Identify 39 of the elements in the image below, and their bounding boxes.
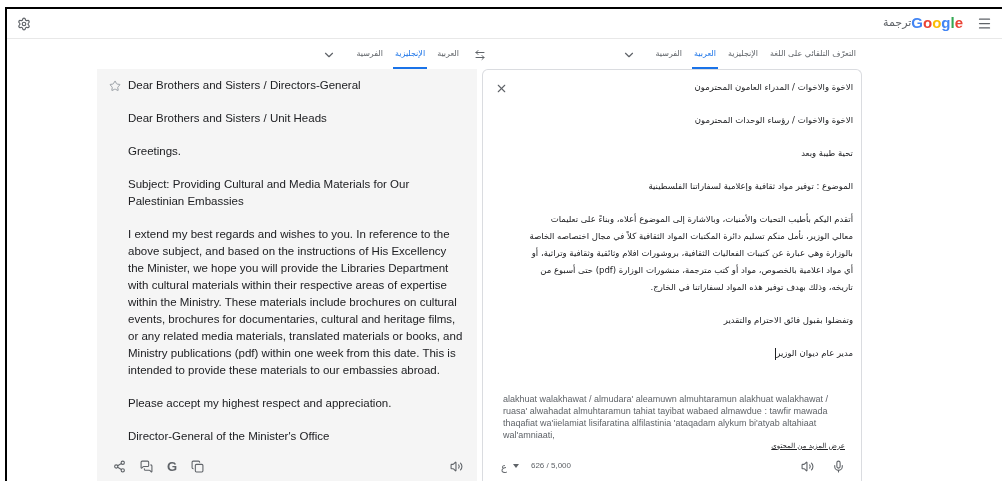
translated-paragraph: I extend my best regards and wishes to you. In reference to the above subject, and based on the instructions of His Excellency the Minister, we hope you will provide the Libraries Department with cultural materials within their respective areas of expertise within the Ministry. These materials include brochures on cultural events, brochures for documentaries, cultural and heritage films, or any related media materials, translated materials or books, and Ministry publications (pdf) within one week from this date. This is intended to provide these materials to our embassies abroad. <box>128 227 463 378</box>
source-paragraph: مدير عام ديوان الوزير <box>776 347 853 360</box>
settings-icon[interactable] <box>17 16 31 31</box>
google-button[interactable]: G <box>167 459 178 473</box>
character-count: 626 / 5,000 <box>530 460 571 472</box>
source-paragraph: الموضوع : توفير مواد ثقافية وإعلامية لسفاراتنا الفلسطينية <box>648 180 853 193</box>
translated-paragraph: Subject: Providing Cultural and Media Materials for Our Palestinian Embassies <box>128 177 411 209</box>
source-paragraph: الاخوة والاخوات / المدراء العامون المحترمون <box>694 81 853 94</box>
transliteration-text: alakhuat walakhawat / almudara' aleamuwn almuhtaramun alakhuat walakhawat / ruasa' alwahadat almuhtaramun tahiat tayibat wabaed almawdue : tawfir mawada thaqafiat wa'iielamiat lisifaratina alfilastinia 'ataqadam alykum bi'atyab altahiaat wal'amniaati, <box>502 392 829 441</box>
input-tools-button[interactable]: ع <box>501 458 507 474</box>
star-icon[interactable] <box>109 80 121 92</box>
translated-paragraph: Dear Brothers and Sisters / Directors-General <box>128 78 362 93</box>
speaker-icon[interactable] <box>450 459 463 473</box>
language-tab[interactable]: التعرّف التلقائي على اللغة <box>768 41 858 69</box>
translated-paragraph: Please accept my highest respect and appreciation. <box>128 396 393 411</box>
feedback-icon[interactable] <box>140 459 153 473</box>
copy-icon[interactable] <box>191 459 205 473</box>
translated-paragraph: Greetings. <box>128 144 183 159</box>
microphone-icon[interactable] <box>832 459 845 473</box>
caret-icon[interactable] <box>512 464 519 468</box>
app-title: ترجمة <box>883 15 912 32</box>
close-icon[interactable] <box>495 82 508 95</box>
language-tab[interactable]: الفرسية <box>653 41 685 69</box>
language-tab[interactable]: الإنجليزية <box>725 41 761 69</box>
text-cursor <box>775 347 777 360</box>
language-tab[interactable]: العربية <box>692 41 718 69</box>
speaker-icon[interactable] <box>801 459 814 473</box>
translated-paragraph: Dear Brothers and Sisters / Unit Heads <box>128 111 328 126</box>
source-paragraph: الاخوة والاخوات / رؤساء الوحدات المحترمون <box>694 114 853 127</box>
source-paragraph: تحية طيبة وبعد <box>801 147 853 160</box>
share-icon[interactable] <box>113 459 126 473</box>
source-paragraph: أتقدم اليكم بأطيب التحيات والأمنيات، وبالاشارة إلى الموضوع أعلاه، وبناءً على تعليمات معالي الوزير، نأمل منكم تسليم دائرة المكتبات المواد الثقافية كلاً في مجال اختصاصه الخاصة بالوزارة وهي عبارة عن كتيبات الفعاليات الثقافية، بروشورات افلام وثائقية وثقافية وتراثية، أو أي مواد اعلامية بالخصوص، مواد أو كتب مترجمة، منشورات الوزارة (pdf) حتى أسبوع من تاريخه، وذلك بهدف توفير هذه المواد لسفاراتنا في الخارج. <box>528 212 853 294</box>
source-paragraph: وتفضلوا بقبول فائق الاحترام والتقدير <box>723 314 853 327</box>
language-tab[interactable]: الفرسية <box>354 41 385 69</box>
menu-icon[interactable] <box>977 16 992 31</box>
swap-languages-icon[interactable] <box>473 49 486 61</box>
language-tab[interactable]: العربية <box>435 41 461 69</box>
translated-paragraph: Director-General of the Minister's Office <box>128 429 331 444</box>
google-logo: Google <box>911 13 963 34</box>
